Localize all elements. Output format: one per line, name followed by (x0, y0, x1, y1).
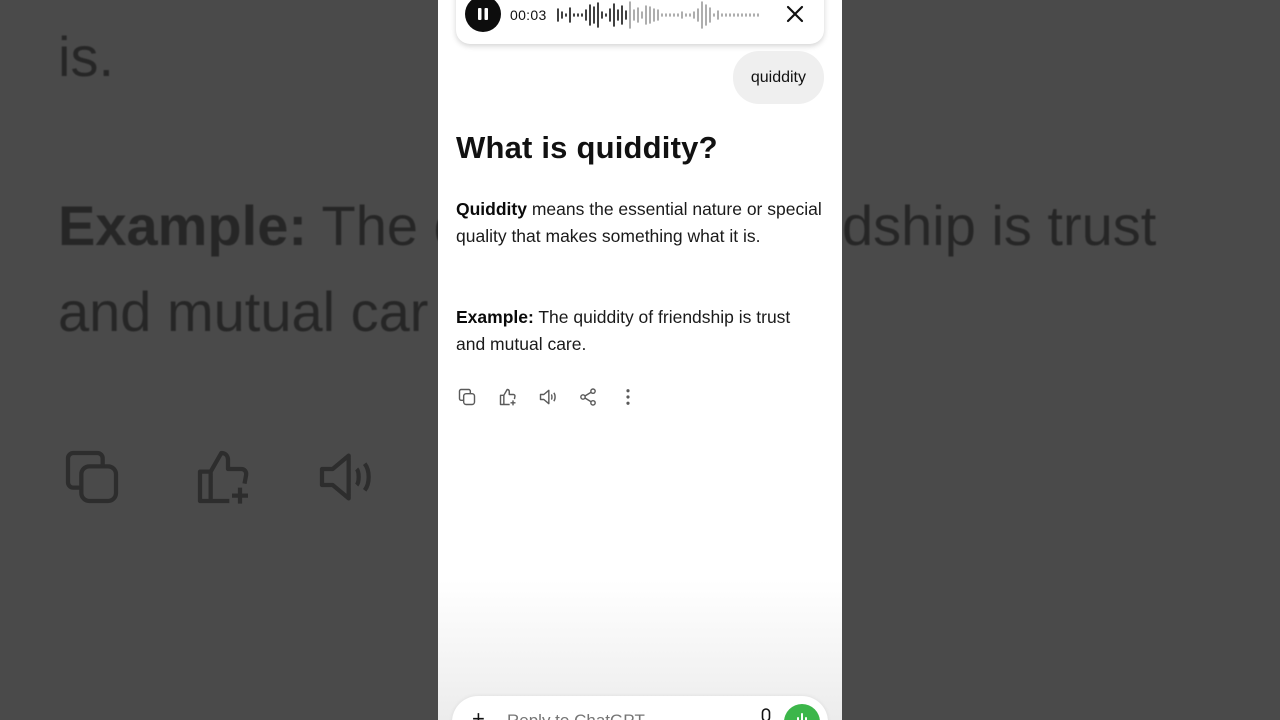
example-paragraph: Example: The quiddity of friendship is t… (456, 304, 824, 358)
user-message-text: quiddity (750, 68, 806, 86)
bg-line-1: is. (58, 25, 114, 88)
thumbs-up-icon[interactable] (497, 386, 519, 408)
bg-line-3: and mutual car (58, 280, 429, 343)
pause-icon (478, 8, 488, 20)
user-message-bubble: quiddity (732, 51, 824, 104)
composer: + (452, 696, 828, 720)
chat-screen: 00:03 quiddity What is quiddity? Quiddit… (438, 0, 842, 720)
voice-mode-button[interactable] (784, 704, 820, 720)
recording-time: 00:03 (510, 7, 547, 23)
mic-icon[interactable] (759, 708, 773, 720)
bg-copy-icon (65, 450, 119, 504)
answer-title: What is quiddity? (456, 130, 718, 165)
bg-speaker-icon (319, 453, 371, 501)
voice-wave-icon (797, 713, 807, 720)
speaker-icon[interactable] (537, 386, 559, 408)
close-icon[interactable] (784, 3, 806, 25)
reply-input[interactable] (505, 710, 729, 720)
bg-example-label: Example: (58, 194, 307, 257)
waveform-icon (557, 1, 759, 29)
share-icon[interactable] (577, 386, 599, 408)
copy-icon[interactable] (456, 386, 478, 408)
definition-term: Quiddity (456, 199, 527, 219)
bg-line-2b: dship is trust (842, 194, 1157, 257)
plus-icon[interactable]: + (472, 706, 485, 720)
more-icon[interactable] (617, 386, 639, 408)
definition-paragraph: Quiddity means the essential nature or s… (456, 196, 824, 250)
example-label: Example: (456, 307, 534, 327)
pause-button[interactable] (465, 0, 501, 32)
bg-line-2: Example: The q (58, 183, 465, 269)
bg-thumbs-up-icon (197, 450, 249, 504)
voice-recording-bar: 00:03 (456, 0, 824, 44)
